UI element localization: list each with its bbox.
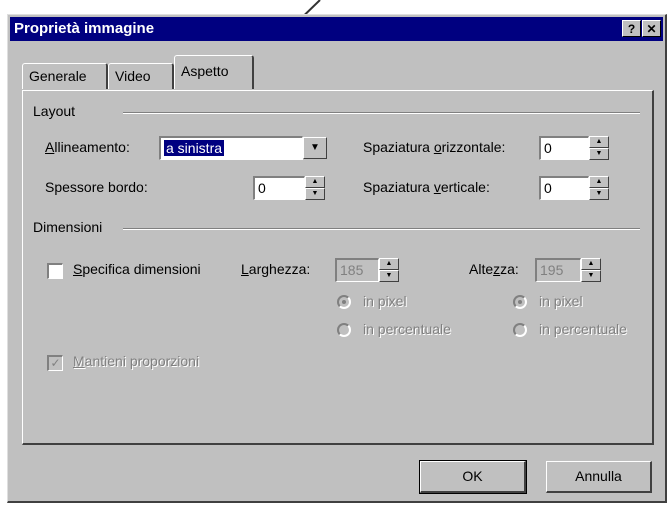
vspacing-input[interactable]: 0 (539, 176, 589, 200)
height-label: Altezza: (469, 261, 519, 277)
height-percent-label: in percentuale (539, 321, 627, 337)
tab-generale[interactable]: Generale (22, 63, 108, 89)
dialog-window: Proprietà immagine ? ✕ Generale Video As… (7, 14, 667, 503)
hspacing-input[interactable]: 0 (539, 136, 589, 160)
alignment-value: a sinistra (164, 140, 225, 156)
cancel-button[interactable]: Annulla (546, 461, 652, 493)
tab-panel-aspetto: Layout Allineamento: a sinistra ▼ Spazia… (22, 90, 654, 445)
tab-aspetto[interactable]: Aspetto (174, 55, 254, 89)
specify-dimensions-label: Specifica dimensioni (73, 261, 201, 277)
vspacing-label: Spaziatura verticale: (363, 179, 490, 195)
height-percent-radio[interactable] (513, 323, 527, 337)
hspacing-label: Spaziatura orizzontale: (363, 139, 506, 155)
height-pixel-label: in pixel (539, 293, 583, 309)
width-label: Larghezza: (241, 261, 311, 277)
border-stepper[interactable]: ▲ ▼ (305, 176, 325, 200)
close-button[interactable]: ✕ (642, 20, 661, 37)
width-input[interactable]: 185 (335, 258, 379, 282)
keep-ratio-label: Mantieni proporzioni (73, 353, 200, 369)
width-percent-radio[interactable] (337, 323, 351, 337)
width-stepper[interactable]: ▲ ▼ (379, 258, 399, 282)
keep-ratio-checkbox[interactable]: ✓ (47, 355, 63, 371)
height-pixel-radio[interactable] (513, 295, 527, 309)
height-stepper[interactable]: ▲ ▼ (581, 258, 601, 282)
layout-group-divider (123, 112, 640, 114)
window-title: Proprietà immagine (14, 20, 155, 37)
layout-group-label: Layout (33, 103, 76, 119)
dimensions-group-divider (123, 228, 640, 230)
specify-dimensions-checkbox[interactable] (47, 263, 63, 279)
vspacing-stepper[interactable]: ▲ ▼ (589, 176, 609, 200)
dimensions-group-label: Dimensioni (33, 219, 103, 235)
help-button[interactable]: ? (622, 20, 641, 37)
alignment-label: Allineamento: (45, 139, 130, 155)
title-bar[interactable]: Proprietà immagine ? ✕ (10, 17, 663, 41)
width-percent-label: in percentuale (363, 321, 451, 337)
width-pixel-radio[interactable] (337, 295, 351, 309)
chevron-down-icon[interactable]: ▼ (303, 137, 327, 159)
hspacing-stepper[interactable]: ▲ ▼ (589, 136, 609, 160)
width-pixel-label: in pixel (363, 293, 407, 309)
ok-button[interactable]: OK (419, 460, 527, 494)
border-input[interactable]: 0 (253, 176, 305, 200)
height-input[interactable]: 195 (535, 258, 581, 282)
tab-video[interactable]: Video (108, 63, 174, 89)
border-label: Spessore bordo: (45, 179, 148, 195)
alignment-select[interactable]: a sinistra (159, 136, 303, 160)
